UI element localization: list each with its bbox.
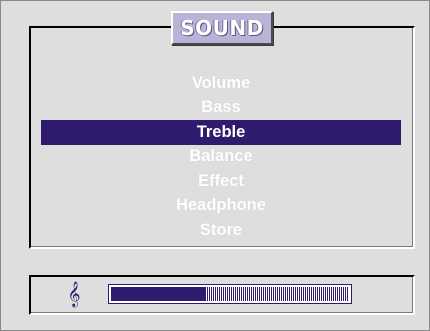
treble-clef-icon: 𝄞	[67, 282, 81, 307]
menu-item-effect[interactable]: Effect	[41, 169, 401, 194]
menu-item-store[interactable]: Store	[41, 218, 401, 243]
menu-list: Volume Bass Treble Balance Effect Headph…	[41, 71, 401, 243]
menu-item-label: Effect	[198, 171, 244, 190]
sound-menu-screen: SOUND Volume Bass Treble Balance Effect …	[0, 0, 430, 331]
menu-item-headphone[interactable]: Headphone	[41, 194, 401, 219]
menu-item-volume[interactable]: Volume	[41, 71, 401, 96]
level-fill	[111, 287, 207, 301]
menu-item-label: Headphone	[176, 196, 266, 215]
menu-item-label: Volume	[191, 73, 251, 92]
level-track	[111, 287, 349, 301]
menu-item-treble[interactable]: Treble	[41, 120, 401, 145]
menu-item-label: Treble	[196, 122, 246, 141]
menu-title: SOUND	[180, 16, 264, 40]
menu-item-label: Store	[199, 220, 243, 239]
title-box: SOUND	[171, 11, 273, 45]
menu-item-balance[interactable]: Balance	[41, 145, 401, 170]
treble-level-bar[interactable]	[108, 284, 352, 304]
menu-item-label: Bass	[201, 98, 241, 117]
menu-item-label: Balance	[189, 147, 253, 166]
menu-item-bass[interactable]: Bass	[41, 96, 401, 121]
